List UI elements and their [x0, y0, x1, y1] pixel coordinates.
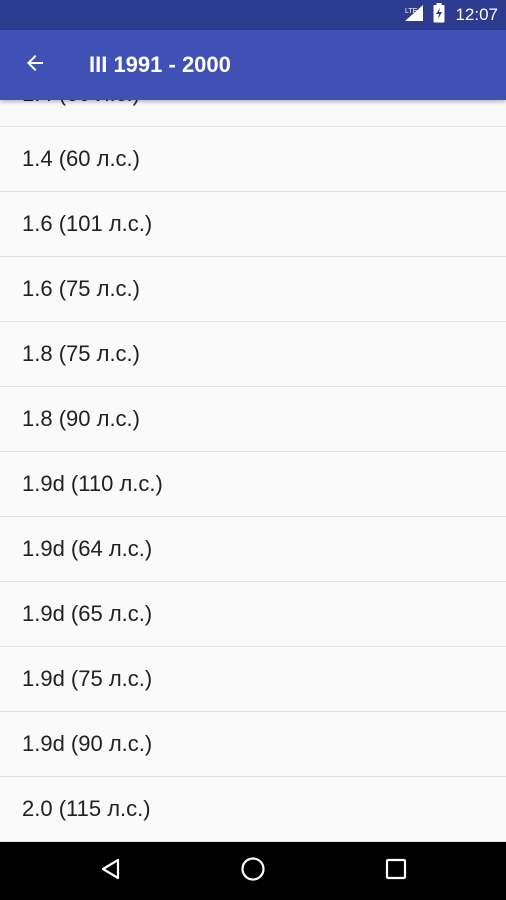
- app-bar: III 1991 - 2000: [0, 30, 506, 100]
- list-item-label: 1.8 (90 л.с.): [22, 406, 140, 431]
- list-item[interactable]: 2.0 (115 л.с.): [0, 777, 506, 842]
- list-item[interactable]: 1.9d (64 л.с.): [0, 517, 506, 582]
- svg-text:LTE: LTE: [405, 8, 418, 15]
- nav-back-button[interactable]: [71, 842, 151, 900]
- status-time: 12:07: [455, 5, 498, 24]
- list-item[interactable]: 1.9d (90 л.с.): [0, 712, 506, 777]
- list-item-label: 2.0 (115 л.с.): [22, 796, 151, 821]
- nav-recents-icon: [385, 858, 407, 885]
- nav-home-button[interactable]: [213, 842, 293, 900]
- list-item-label: 1.9d (64 л.с.): [22, 536, 153, 561]
- list-item[interactable]: 1.4 (60 л.с.): [0, 127, 506, 192]
- list-item-label: 1.8 (75 л.с.): [22, 341, 140, 366]
- list-item-label: 1.9d (75 л.с.): [22, 666, 153, 691]
- list-item[interactable]: 1.6 (101 л.с.): [0, 192, 506, 257]
- list-item[interactable]: 1.9d (110 л.с.): [0, 452, 506, 517]
- nav-recents-button[interactable]: [356, 842, 436, 900]
- list-item-label: 1.6 (101 л.с.): [22, 211, 153, 236]
- status-bar: LTE 12:07: [0, 0, 506, 30]
- back-button[interactable]: [14, 44, 56, 86]
- list-item[interactable]: 1.8 (90 л.с.): [0, 387, 506, 452]
- list-item[interactable]: 1.6 (75 л.с.): [0, 257, 506, 322]
- list-item-label: 1.4 (60 л.с.): [22, 100, 140, 126]
- list-item[interactable]: 1.9d (75 л.с.): [0, 647, 506, 712]
- arrow-back-icon: [23, 51, 47, 80]
- navigation-bar: [0, 842, 506, 900]
- list-item-label: 1.9d (65 л.с.): [22, 601, 153, 626]
- page-title: III 1991 - 2000: [89, 52, 231, 77]
- nav-back-icon: [99, 857, 123, 886]
- engine-list-inner: 1.4 (60 л.с.) 1.4 (60 л.с.) 1.6 (101 л.с.)…: [0, 100, 506, 842]
- nav-home-icon: [240, 856, 266, 887]
- status-icons: LTE 12:07: [403, 0, 498, 30]
- signal-icon: LTE: [403, 4, 425, 27]
- list-item-label: 1.9d (90 л.с.): [22, 731, 153, 756]
- list-item-label: 1.6 (75 л.с.): [22, 276, 140, 301]
- list-item-label: 1.9d (110 л.с.): [22, 471, 163, 496]
- battery-charging-icon: [433, 2, 445, 28]
- list-item[interactable]: 1.4 (60 л.с.): [0, 100, 506, 127]
- list-item[interactable]: 1.9d (65 л.с.): [0, 582, 506, 647]
- list-item-label: 1.4 (60 л.с.): [22, 146, 140, 171]
- list-item[interactable]: 1.8 (75 л.с.): [0, 322, 506, 387]
- engine-list[interactable]: 1.4 (60 л.с.) 1.4 (60 л.с.) 1.6 (101 л.с.)…: [0, 100, 506, 842]
